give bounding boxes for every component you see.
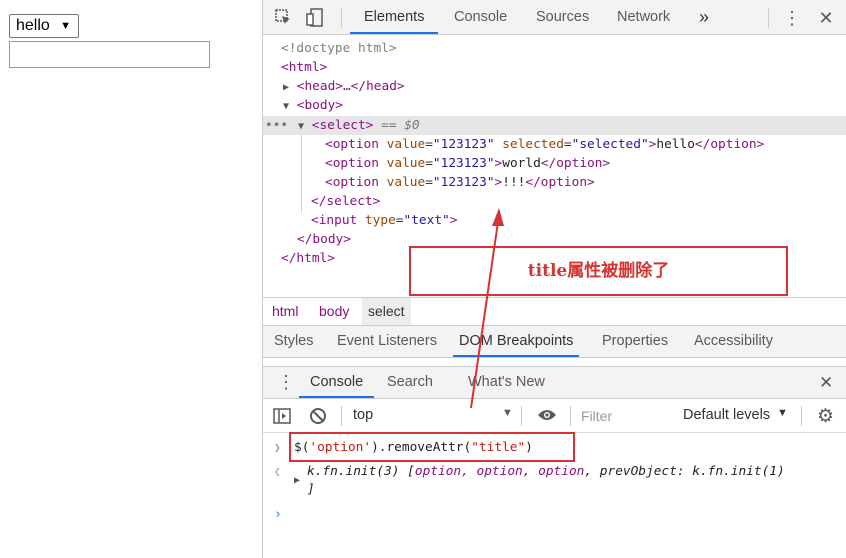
kebab-menu-icon[interactable]: ⋮: [782, 8, 802, 28]
live-expression-eye-icon[interactable]: [537, 408, 557, 425]
dom-body-open[interactable]: ▼ <body>: [283, 96, 343, 115]
sidebar-pane-tabs: Styles Event Listeners DOM Breakpoints P…: [263, 326, 846, 358]
filter-input[interactable]: Filter: [581, 406, 673, 427]
clear-console-icon[interactable]: [309, 407, 327, 428]
node-actions-icon[interactable]: •••: [265, 116, 288, 135]
toolbar-separator: [570, 406, 571, 426]
tab-network[interactable]: Network: [617, 0, 670, 34]
breadcrumb: html body select: [263, 297, 846, 326]
drawer-tabs: ⋮ Console Search What's New ✕: [263, 366, 846, 399]
dom-select-close[interactable]: </select>: [311, 192, 380, 211]
dom-input[interactable]: <input type="text">: [311, 211, 457, 230]
dropdown-arrow-icon: ▼: [60, 20, 71, 32]
drawer-tab-search[interactable]: Search: [387, 367, 433, 398]
page-select-dropdown[interactable]: hello ▼: [9, 14, 79, 38]
toolbar-separator: [801, 406, 802, 426]
tree-guide-line: [301, 135, 302, 213]
log-levels-select[interactable]: Default levels: [683, 407, 770, 423]
dom-option-3[interactable]: <option value="123123">!!!</option>: [325, 173, 595, 192]
console-settings-gear-icon[interactable]: ⚙: [817, 405, 834, 428]
breadcrumb-select[interactable]: select: [362, 298, 411, 325]
tab-sources[interactable]: Sources: [536, 0, 589, 34]
console-prompt-icon[interactable]: ›: [274, 505, 282, 524]
page-viewport: hello ▼: [0, 0, 262, 558]
context-select[interactable]: top: [353, 407, 373, 423]
inspect-element-icon[interactable]: [273, 8, 293, 28]
dom-option-2[interactable]: <option value="123123">world</option>: [325, 154, 610, 173]
dom-html-open[interactable]: <html>: [281, 58, 327, 77]
console-toolbar: top ▼ Filter Default levels ▼ ⚙: [263, 399, 846, 433]
page-select-value: hello: [16, 17, 50, 34]
show-sidebar-icon[interactable]: [273, 407, 291, 428]
tab-dom-breakpoints[interactable]: DOM Breakpoints: [453, 326, 580, 357]
tab-elements[interactable]: Elements: [350, 0, 439, 34]
toolbar-separator: [521, 406, 522, 426]
dom-html-close[interactable]: </html>: [281, 249, 335, 268]
annotation-text: title属性被删除了: [527, 261, 670, 281]
toolbar-separator: [341, 8, 342, 28]
more-tabs-icon[interactable]: »: [699, 0, 709, 34]
close-devtools-icon[interactable]: ✕: [816, 8, 836, 28]
breadcrumb-html[interactable]: html: [266, 298, 304, 325]
expand-result-triangle-icon[interactable]: ▶: [294, 471, 300, 490]
expand-triangle-icon[interactable]: ▶: [283, 82, 289, 93]
collapse-triangle-icon[interactable]: ▼: [298, 121, 304, 132]
page-text-input[interactable]: [9, 41, 210, 68]
dom-body-close[interactable]: </body>: [297, 230, 351, 249]
dom-doctype[interactable]: <!doctype html>: [281, 39, 397, 58]
toolbar-separator: [341, 406, 342, 426]
annotation-box: title属性被删除了: [409, 246, 788, 296]
drawer-tab-whats-new[interactable]: What's New: [468, 367, 545, 398]
collapse-triangle-icon[interactable]: ▼: [283, 101, 289, 112]
tab-event-listeners[interactable]: Event Listeners: [337, 326, 437, 357]
tab-console[interactable]: Console: [454, 0, 507, 34]
input-chevron-icon: ❯: [274, 441, 281, 454]
device-toolbar-icon[interactable]: [305, 8, 325, 28]
dom-head[interactable]: ▶ <head>…</head>: [283, 77, 405, 96]
command-highlight-box: [289, 432, 575, 462]
drawer-menu-icon[interactable]: ⋮: [277, 367, 295, 398]
tab-styles[interactable]: Styles: [274, 326, 314, 357]
levels-dropdown-arrow-icon[interactable]: ▼: [777, 407, 788, 419]
console-result[interactable]: k.fn.init(3) [option, option, option, pr…: [307, 462, 785, 481]
dom-option-1[interactable]: <option value="123123" selected="selecte…: [325, 135, 764, 154]
tab-properties[interactable]: Properties: [602, 326, 668, 357]
breadcrumb-body[interactable]: body: [313, 298, 355, 325]
dom-select-open[interactable]: ▼ <select> == $0: [298, 116, 420, 135]
toolbar-separator: [768, 8, 769, 28]
console-result-close: ]: [307, 482, 315, 497]
context-dropdown-arrow-icon[interactable]: ▼: [502, 407, 513, 419]
drawer-tab-console[interactable]: Console: [299, 367, 375, 398]
close-drawer-icon[interactable]: ✕: [819, 367, 833, 398]
output-return-icon: ❮: [274, 465, 281, 478]
tab-accessibility[interactable]: Accessibility: [694, 326, 773, 357]
devtools-main-toolbar: Elements Console Sources Network » ⋮ ✕: [263, 0, 846, 35]
